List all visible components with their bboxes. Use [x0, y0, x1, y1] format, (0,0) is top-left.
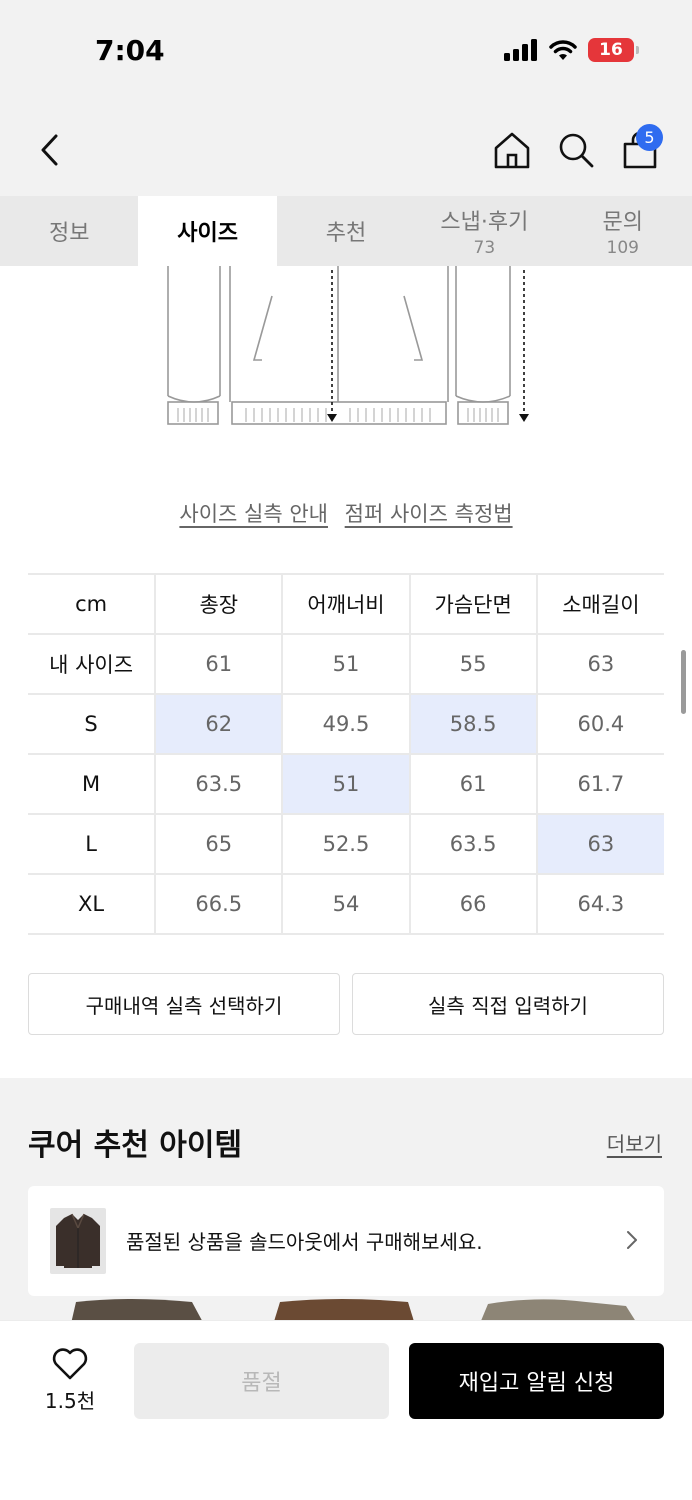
- tab-label: 문의: [602, 210, 643, 235]
- search-button[interactable]: [556, 130, 596, 170]
- table-cell: 61: [409, 754, 538, 815]
- table-cell: 65: [155, 814, 284, 875]
- home-button[interactable]: [492, 130, 532, 170]
- measure-guide-link[interactable]: 점퍼 사이즈 측정법: [345, 502, 513, 526]
- unit-header: cm: [28, 573, 157, 635]
- table-cell: 64.3: [536, 874, 664, 935]
- row-label: S: [28, 694, 157, 755]
- column-header: 총장: [155, 573, 284, 635]
- table-cell: 52.5: [282, 814, 411, 875]
- row-label: M: [28, 754, 157, 815]
- scrollbar[interactable]: [681, 650, 686, 714]
- table-cell: 60.4: [536, 694, 664, 755]
- column-header: 어깨너비: [282, 573, 411, 635]
- bottom-purchase-bar: 1.5천 품절 재입고 알림 신청: [0, 1320, 692, 1500]
- table-cell: 66.5: [155, 874, 284, 935]
- recommend-title: 쿠어 추천 아이템: [28, 1128, 243, 1163]
- table-cell-match: 51: [282, 754, 411, 815]
- table-cell: 63: [536, 634, 664, 695]
- row-label: XL: [28, 874, 157, 935]
- search-icon: [559, 133, 594, 168]
- size-action-buttons: 구매내역 실측 선택하기 실측 직접 입력하기: [28, 973, 664, 1035]
- tab-inquiry[interactable]: 문의 109: [554, 196, 692, 266]
- tab-count: 73: [473, 238, 496, 258]
- tab-count: 109: [606, 238, 639, 258]
- recommend-section: 쿠어 추천 아이템 더보기 품절된 상품을 솔드아웃에서 구매해보세요.: [0, 1078, 692, 1328]
- like-count: 1.5천: [44, 1389, 96, 1413]
- battery-icon: 16: [588, 38, 639, 62]
- product-thumbnail: [50, 1208, 106, 1274]
- table-row-my-size: 내 사이즈 61 51 55 63: [28, 634, 664, 695]
- back-button[interactable]: [34, 130, 68, 170]
- table-cell: 55: [409, 634, 538, 695]
- table-row-xl: XL 66.5 54 66 64.3: [28, 874, 664, 935]
- soldout-banner[interactable]: 품절된 상품을 솔드아웃에서 구매해보세요.: [28, 1186, 664, 1296]
- status-icons: 16: [504, 38, 639, 62]
- wifi-icon: [549, 40, 577, 60]
- row-label: 내 사이즈: [28, 634, 157, 695]
- tab-label: 스냅·후기: [440, 210, 529, 235]
- nav-bar: [0, 100, 692, 196]
- table-cell: 66: [409, 874, 538, 935]
- status-time: 7:04: [95, 34, 165, 67]
- tab-recommend[interactable]: 추천: [277, 196, 415, 266]
- tab-info[interactable]: 정보: [0, 196, 138, 266]
- purchase-history-size-button[interactable]: 구매내역 실측 선택하기: [28, 973, 340, 1035]
- see-more-link[interactable]: 더보기: [607, 1128, 662, 1157]
- table-cell-match: 58.5: [409, 694, 538, 755]
- table-row-s: S 62 49.5 58.5 60.4: [28, 694, 664, 755]
- like-button[interactable]: 1.5천: [40, 1347, 100, 1417]
- battery-level: 16: [599, 40, 623, 60]
- table-cell: 61: [155, 634, 284, 695]
- size-guide-link[interactable]: 사이즈 실측 안내: [179, 502, 328, 526]
- home-icon: [494, 132, 530, 169]
- table-row-l: L 65 52.5 63.5 63: [28, 814, 664, 875]
- tab-label: 사이즈: [177, 221, 238, 246]
- table-cell: 49.5: [282, 694, 411, 755]
- table-cell: 51: [282, 634, 411, 695]
- tab-bar: 정보 사이즈 추천 스냅·후기 73 문의 109: [0, 196, 692, 266]
- size-measure-diagram: [167, 266, 529, 425]
- jacket-thumbnail-icon: [56, 1213, 100, 1268]
- column-header: 소매길이: [536, 573, 664, 635]
- manual-size-input-button[interactable]: 실측 직접 입력하기: [352, 973, 664, 1035]
- restock-alert-button[interactable]: 재입고 알림 신청: [409, 1343, 664, 1419]
- table-cell: 54: [282, 874, 411, 935]
- table-cell: 63.5: [155, 754, 284, 815]
- size-table: cm 총장 어깨너비 가슴단면 소매길이 내 사이즈 61 51 55 63 S…: [28, 573, 664, 935]
- table-cell-match: 63: [536, 814, 664, 875]
- chevron-right-icon: [627, 1231, 637, 1249]
- tab-label: 정보: [48, 221, 90, 246]
- column-header: 가슴단면: [409, 573, 538, 635]
- chevron-left-icon: [41, 134, 58, 166]
- table-cell: 61.7: [536, 754, 664, 815]
- heart-icon: [52, 1348, 88, 1380]
- cart-count-badge: 5: [636, 124, 663, 151]
- soldout-banner-text: 품절된 상품을 솔드아웃에서 구매해보세요.: [126, 1230, 483, 1254]
- size-guide-links: 사이즈 실측 안내 점퍼 사이즈 측정법: [0, 498, 692, 528]
- table-row-m: M 63.5 51 61 61.7: [28, 754, 664, 815]
- status-bar: 7:04 16: [0, 0, 692, 100]
- soldout-button: 품절: [134, 1343, 389, 1419]
- table-header-row: cm 총장 어깨너비 가슴단면 소매길이: [28, 573, 664, 635]
- table-cell: 63.5: [409, 814, 538, 875]
- signal-icon: [504, 39, 537, 61]
- row-label: L: [28, 814, 157, 875]
- table-cell-match: 62: [155, 694, 284, 755]
- tab-size[interactable]: 사이즈: [138, 196, 277, 266]
- tab-snap-review[interactable]: 스냅·후기 73: [415, 196, 553, 266]
- tab-label: 추천: [325, 221, 367, 246]
